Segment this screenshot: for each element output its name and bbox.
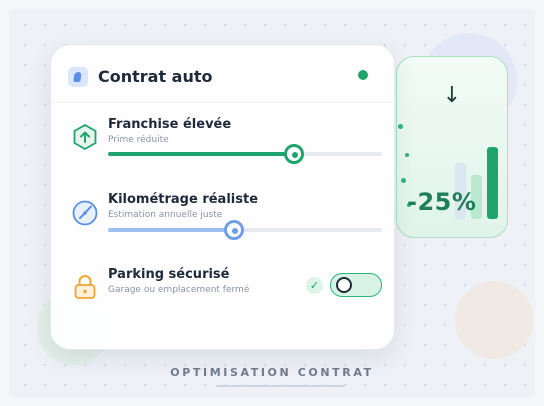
option-subtitle: Estimation annuelle juste <box>108 210 223 220</box>
connector-dot <box>405 153 409 157</box>
gauge-icon <box>72 200 98 226</box>
kilometrage-slider[interactable] <box>108 220 382 240</box>
card-header: Contrat auto <box>51 45 394 103</box>
status-dot <box>358 70 368 80</box>
connector-dot <box>401 178 406 183</box>
savings-panel: ↓ -25% <box>396 56 508 238</box>
option-label: Parking sécurisé <box>108 267 230 282</box>
decor-circle-peach <box>455 281 533 359</box>
option-subtitle: Garage ou emplacement fermé <box>108 285 250 295</box>
check-icon: ✓ <box>306 277 323 294</box>
arrow-up-hexagon-icon <box>73 123 97 151</box>
option-label: Kilométrage réaliste <box>108 192 259 207</box>
shield-icon <box>68 67 88 87</box>
arrow-down-icon: ↓ <box>442 83 462 108</box>
slider-fill <box>108 228 235 232</box>
savings-bar <box>487 147 498 219</box>
slider-fill <box>108 152 295 156</box>
card-title: Contrat auto <box>98 67 213 86</box>
connector-dot <box>398 124 403 129</box>
slider-thumb[interactable] <box>224 220 245 240</box>
savings-percent: -25% <box>407 188 477 216</box>
padlock-icon <box>74 275 96 299</box>
footer-caption: OPTIMISATION CONTRAT <box>170 366 374 379</box>
toggle-knob <box>336 277 352 293</box>
parking-toggle[interactable] <box>330 273 382 297</box>
footer-underline <box>216 385 344 387</box>
option-subtitle: Prime réduite <box>108 135 169 145</box>
slider-thumb[interactable] <box>284 144 305 164</box>
contract-card: Contrat auto Franchise élevée Prime rédu… <box>50 44 395 350</box>
option-label: Franchise élevée <box>108 117 232 132</box>
franchise-slider[interactable] <box>108 144 382 164</box>
